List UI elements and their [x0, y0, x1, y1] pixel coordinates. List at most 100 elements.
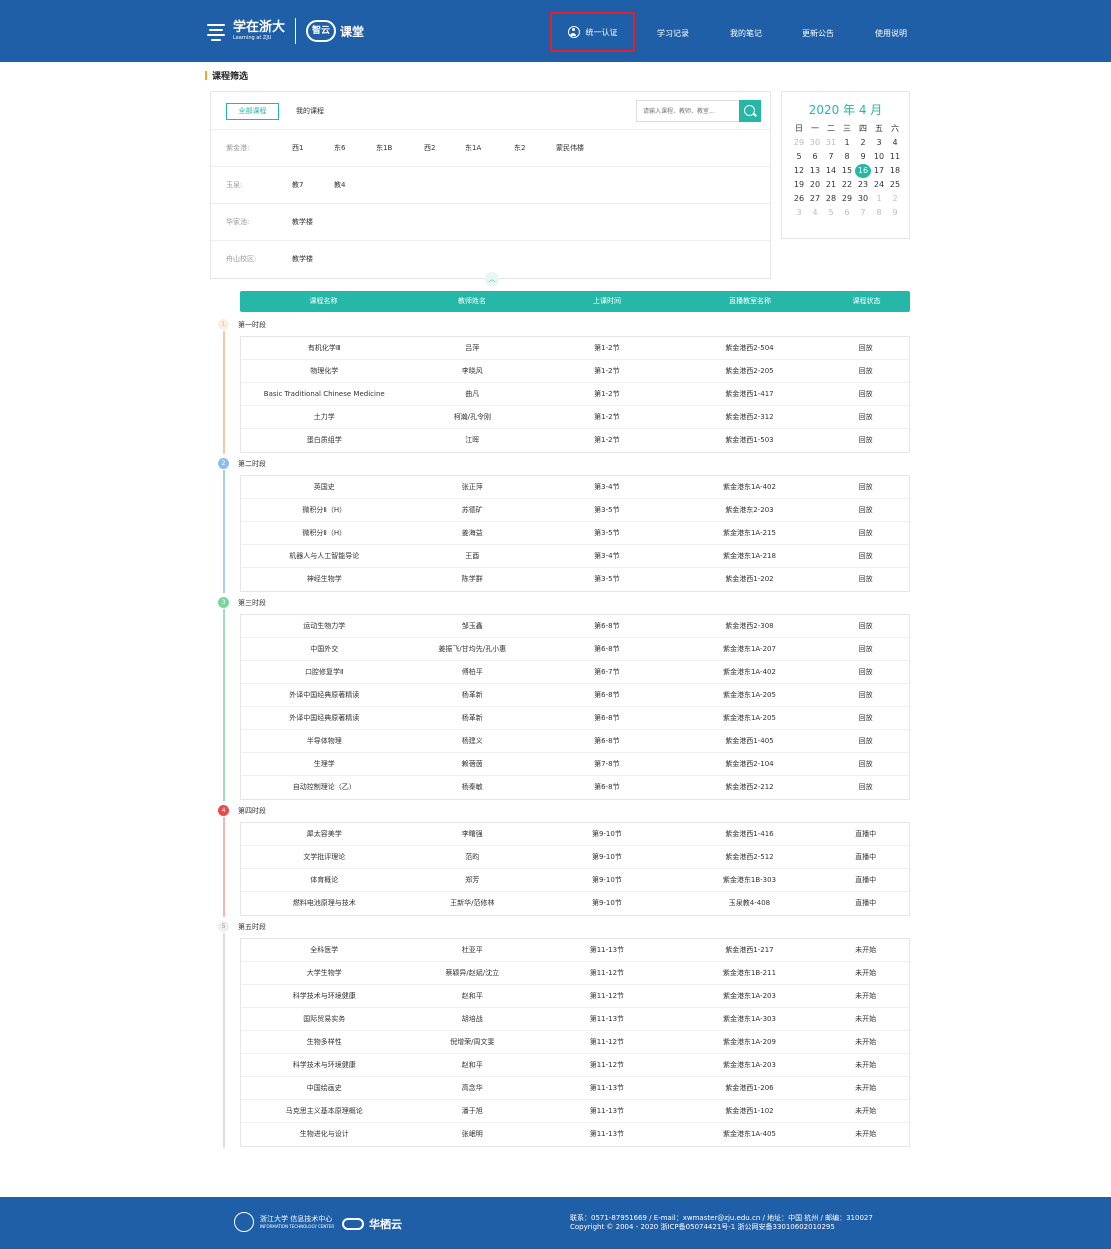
course-status[interactable]: 回放	[822, 776, 909, 799]
calendar-day[interactable]: 26	[791, 192, 807, 206]
table-row[interactable]: 科学技术与环境健康 赵和平 第11-12节 紫金港东1A-203 未开始	[241, 1054, 909, 1077]
calendar-day[interactable]: 7	[823, 150, 839, 164]
calendar-day[interactable]: 30	[807, 136, 823, 150]
table-row[interactable]: 口腔修复学Ⅱ 傅柏平 第6-7节 紫金港东1A-402 回放	[241, 661, 909, 684]
calendar-day[interactable]: 9	[887, 206, 903, 220]
course-status[interactable]: 回放	[822, 568, 909, 591]
course-status[interactable]: 未开始	[822, 1123, 909, 1146]
calendar-day[interactable]: 14	[823, 164, 839, 178]
calendar-day[interactable]: 8	[839, 150, 855, 164]
calendar-day[interactable]: 8	[871, 206, 887, 220]
table-row[interactable]: 犀太容美学 李曙强 第9-10节 紫金港西1-416 直播中	[241, 823, 909, 846]
building-option[interactable]: 教学楼	[292, 254, 313, 264]
course-status[interactable]: 回放	[822, 545, 909, 567]
course-status[interactable]: 未开始	[822, 962, 909, 984]
calendar-day[interactable]: 27	[807, 192, 823, 206]
calendar-day[interactable]: 6	[839, 206, 855, 220]
calendar-day[interactable]: 29	[791, 136, 807, 150]
table-row[interactable]: 体育概论 郑芳 第9-10节 紫金港东1B-303 直播中	[241, 869, 909, 892]
collapse-chevron-up-icon[interactable]: ︿	[485, 272, 499, 286]
calendar-day[interactable]: 1	[839, 136, 855, 150]
course-status[interactable]: 回放	[822, 707, 909, 729]
table-row[interactable]: 半导体物理 杨建义 第6-8节 紫金港西1-405 回放	[241, 730, 909, 753]
calendar-day[interactable]: 11	[887, 150, 903, 164]
calendar-day[interactable]: 18	[887, 164, 903, 178]
course-status[interactable]: 回放	[822, 499, 909, 521]
calendar-day[interactable]: 21	[823, 178, 839, 192]
nav-instructions[interactable]: 使用说明	[875, 28, 907, 39]
course-status[interactable]: 直播中	[822, 823, 909, 845]
calendar-day[interactable]: 10	[871, 150, 887, 164]
calendar-day-today[interactable]: 16	[855, 164, 871, 178]
table-row[interactable]: 物理化学 李晓风 第1-2节 紫金港西2-205 回放	[241, 360, 909, 383]
calendar-day[interactable]: 30	[855, 192, 871, 206]
table-row[interactable]: Basic Traditional Chinese Medicine 曲凡 第1-2…	[241, 383, 909, 406]
building-option[interactable]: 东1A	[465, 143, 481, 153]
table-row[interactable]: 外译中国经典原著精读 杨革新 第6-8节 紫金港东1A-205 回放	[241, 707, 909, 730]
course-status[interactable]: 回放	[822, 337, 909, 359]
building-option[interactable]: 教7	[292, 180, 303, 190]
building-option[interactable]: 蒙民伟楼	[556, 143, 584, 153]
course-status[interactable]: 回放	[822, 753, 909, 775]
table-row[interactable]: 文学批评理论 范昀 第9-10节 紫金港西2-512 直播中	[241, 846, 909, 869]
calendar-day[interactable]: 5	[791, 150, 807, 164]
table-row[interactable]: 自动控制理论（乙） 杨秦敏 第6-8节 紫金港西2-212 回放	[241, 776, 909, 799]
calendar-day[interactable]: 1	[871, 192, 887, 206]
course-status[interactable]: 回放	[822, 383, 909, 405]
course-status[interactable]: 回放	[822, 730, 909, 752]
table-row[interactable]: 马克思主义基本原理概论 潘于旭 第11-13节 紫金港西1-102 未开始	[241, 1100, 909, 1123]
table-row[interactable]: 微积分Ⅱ（H） 姜海益 第3-5节 紫金港东1A-215 回放	[241, 522, 909, 545]
table-row[interactable]: 大学生物学 蔡颖异/赵斌/沈立 第11-12节 紫金港东1B-211 未开始	[241, 962, 909, 985]
course-status[interactable]: 未开始	[822, 1031, 909, 1053]
calendar-day[interactable]: 20	[807, 178, 823, 192]
table-row[interactable]: 生物多样性 倪增荣/周文斐 第11-12节 紫金港东1A-209 未开始	[241, 1031, 909, 1054]
calendar-day[interactable]: 29	[839, 192, 855, 206]
table-row[interactable]: 微积分Ⅱ（H） 苏德矿 第3-5节 紫金港东2-203 回放	[241, 499, 909, 522]
huaqiyun-logo[interactable]: 华栖云	[342, 1216, 402, 1232]
course-status[interactable]: 回放	[822, 476, 909, 498]
course-status[interactable]: 回放	[822, 661, 909, 683]
table-row[interactable]: 神经生物学 陈学群 第3-5节 紫金港西1-202 回放	[241, 568, 909, 591]
calendar-day[interactable]: 3	[871, 136, 887, 150]
course-status[interactable]: 未开始	[822, 1077, 909, 1099]
calendar-day[interactable]: 3	[791, 206, 807, 220]
calendar-day[interactable]: 4	[807, 206, 823, 220]
calendar-day[interactable]: 24	[871, 178, 887, 192]
building-option[interactable]: 西1	[292, 143, 303, 153]
course-status[interactable]: 回放	[822, 615, 909, 637]
calendar-day[interactable]: 4	[887, 136, 903, 150]
building-option[interactable]: 西2	[424, 143, 435, 153]
table-row[interactable]: 蛋白质组学 江晖 第1-2节 紫金港西1-503 回放	[241, 429, 909, 452]
site-logo[interactable]: 学在浙大 Learning at ZJU 智云 课堂	[205, 17, 364, 45]
calendar-day[interactable]: 19	[791, 178, 807, 192]
course-status[interactable]: 未开始	[822, 1100, 909, 1122]
course-status[interactable]: 回放	[822, 429, 909, 452]
nav-my-notes[interactable]: 我的笔记	[730, 28, 762, 39]
search-input[interactable]	[637, 101, 739, 121]
tab-my-courses[interactable]: 我的课程	[296, 106, 324, 116]
course-status[interactable]: 未开始	[822, 939, 909, 961]
course-status[interactable]: 未开始	[822, 985, 909, 1007]
table-row[interactable]: 中国绘画史 高念华 第11-13节 紫金港西1-206 未开始	[241, 1077, 909, 1100]
nav-study-records[interactable]: 学习记录	[657, 28, 689, 39]
search-icon[interactable]	[739, 100, 761, 122]
calendar-day[interactable]: 9	[855, 150, 871, 164]
tab-all-courses[interactable]: 全部课程	[226, 103, 279, 120]
calendar-day[interactable]: 12	[791, 164, 807, 178]
course-status[interactable]: 回放	[822, 406, 909, 428]
calendar-day[interactable]: 25	[887, 178, 903, 192]
zju-itc-logo[interactable]: 浙江大学 信息技术中心 INFORMATION TECHNOLOGY CENTE…	[234, 1212, 334, 1232]
building-option[interactable]: 东2	[514, 143, 525, 153]
calendar-day[interactable]: 17	[871, 164, 887, 178]
table-row[interactable]: 燃料电池原理与技术 王新华/范修林 第9-10节 玉泉教4-408 直播中	[241, 892, 909, 915]
course-status[interactable]: 直播中	[822, 892, 909, 915]
course-status[interactable]: 直播中	[822, 869, 909, 891]
course-status[interactable]: 回放	[822, 638, 909, 660]
calendar-day[interactable]: 23	[855, 178, 871, 192]
table-row[interactable]: 外译中国经典原著精读 杨革新 第6-8节 紫金港东1A-205 回放	[241, 684, 909, 707]
calendar-day[interactable]: 15	[839, 164, 855, 178]
calendar-day[interactable]: 6	[807, 150, 823, 164]
calendar-day[interactable]: 28	[823, 192, 839, 206]
table-row[interactable]: 英国史 张正萍 第3-4节 紫金港东1A-402 回放	[241, 476, 909, 499]
table-row[interactable]: 全科医学 杜亚平 第11-13节 紫金港西1-217 未开始	[241, 939, 909, 962]
